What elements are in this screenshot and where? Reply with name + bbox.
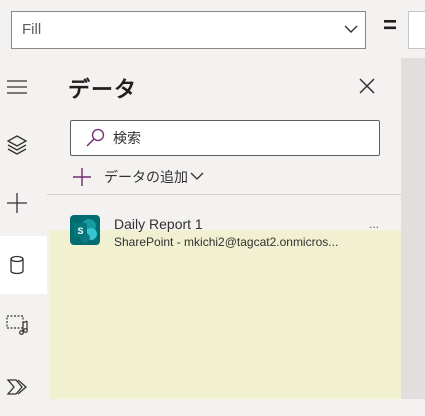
data-source-detail: SharePoint - mkichi2@tagcat2.onmicros... <box>114 235 339 249</box>
rail-item-menu[interactable] <box>0 58 47 116</box>
chevron-down-icon <box>344 25 358 33</box>
search-box[interactable] <box>70 120 380 156</box>
svg-text:S: S <box>77 226 83 236</box>
search-icon <box>86 128 105 147</box>
layers-icon <box>6 135 28 155</box>
plus-icon <box>73 168 91 186</box>
panel-title: データ <box>68 77 138 102</box>
data-panel: データ データの追加 S Daily Report 1 <box>47 58 401 399</box>
more-options-button[interactable]: ... <box>369 218 379 230</box>
database-icon <box>10 255 24 275</box>
left-rail <box>0 58 47 399</box>
property-dropdown[interactable]: Fill <box>11 11 366 49</box>
chevron-down-icon <box>190 172 204 180</box>
plus-icon <box>7 193 27 213</box>
rail-item-insert[interactable] <box>0 174 47 232</box>
selection-highlight <box>50 230 401 399</box>
rail-item-media[interactable] <box>0 296 47 354</box>
close-icon[interactable] <box>357 76 377 96</box>
power-automate-icon <box>6 379 27 395</box>
data-source-name: Daily Report 1 <box>114 216 203 232</box>
property-dropdown-value: Fill <box>22 21 42 38</box>
hamburger-menu-icon <box>7 80 27 94</box>
property-bar: Fill = <box>0 0 425 58</box>
formula-input[interactable] <box>408 11 425 49</box>
sharepoint-icon: S <box>70 215 100 245</box>
equals-sign: = <box>383 12 398 39</box>
search-input[interactable] <box>113 127 363 149</box>
canvas-area <box>401 58 425 399</box>
rail-item-power-automate[interactable] <box>0 358 47 416</box>
data-source-item[interactable]: S Daily Report 1 SharePoint - mkichi2@ta… <box>47 203 401 253</box>
add-data-label: データの追加 <box>104 169 188 185</box>
rail-item-tree-view[interactable] <box>0 116 47 174</box>
panel-divider <box>47 194 401 195</box>
media-icon <box>6 315 28 335</box>
rail-item-data[interactable] <box>0 236 47 294</box>
add-data-button[interactable]: データの追加 <box>72 164 212 188</box>
